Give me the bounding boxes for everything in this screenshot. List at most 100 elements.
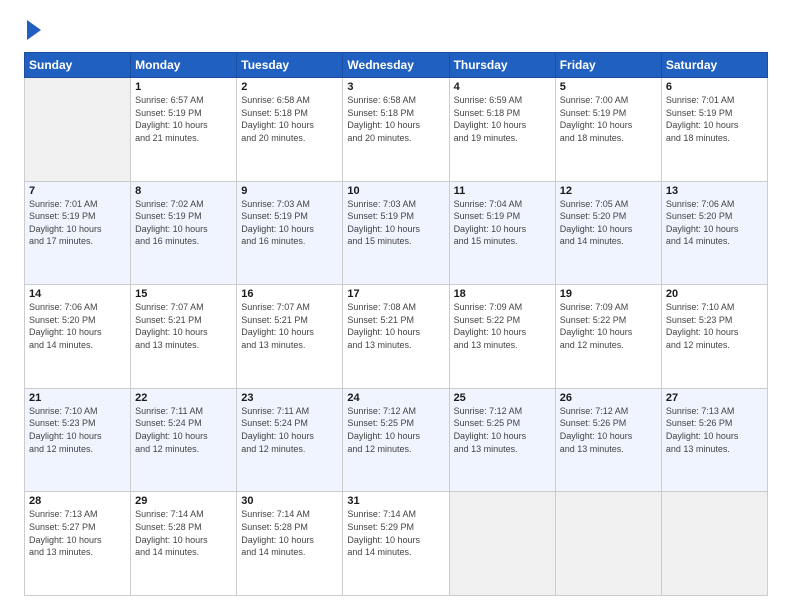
day-number: 28 [29,495,126,507]
day-number: 22 [135,392,232,404]
logo [24,20,41,40]
day-info: Sunrise: 7:12 AM Sunset: 5:25 PM Dayligh… [454,405,551,455]
page: SundayMondayTuesdayWednesdayThursdayFrid… [0,0,792,612]
day-info: Sunrise: 7:00 AM Sunset: 5:19 PM Dayligh… [560,94,657,144]
day-number: 6 [666,81,763,93]
col-header-monday: Monday [131,53,237,78]
logo-arrow-icon [27,20,41,40]
day-number: 4 [454,81,551,93]
day-info: Sunrise: 7:03 AM Sunset: 5:19 PM Dayligh… [347,198,444,248]
calendar-cell: 29Sunrise: 7:14 AM Sunset: 5:28 PM Dayli… [131,492,237,596]
calendar-cell: 1Sunrise: 6:57 AM Sunset: 5:19 PM Daylig… [131,78,237,182]
calendar-cell: 24Sunrise: 7:12 AM Sunset: 5:25 PM Dayli… [343,388,449,492]
calendar-cell [25,78,131,182]
calendar-cell: 20Sunrise: 7:10 AM Sunset: 5:23 PM Dayli… [661,285,767,389]
day-info: Sunrise: 7:11 AM Sunset: 5:24 PM Dayligh… [135,405,232,455]
day-number: 8 [135,185,232,197]
day-number: 5 [560,81,657,93]
day-info: Sunrise: 7:12 AM Sunset: 5:26 PM Dayligh… [560,405,657,455]
day-number: 13 [666,185,763,197]
day-number: 3 [347,81,444,93]
day-info: Sunrise: 7:14 AM Sunset: 5:29 PM Dayligh… [347,508,444,558]
day-info: Sunrise: 7:07 AM Sunset: 5:21 PM Dayligh… [135,301,232,351]
day-number: 19 [560,288,657,300]
day-info: Sunrise: 7:01 AM Sunset: 5:19 PM Dayligh… [666,94,763,144]
day-number: 2 [241,81,338,93]
calendar-table: SundayMondayTuesdayWednesdayThursdayFrid… [24,52,768,596]
calendar-cell: 26Sunrise: 7:12 AM Sunset: 5:26 PM Dayli… [555,388,661,492]
calendar-week-1: 1Sunrise: 6:57 AM Sunset: 5:19 PM Daylig… [25,78,768,182]
day-info: Sunrise: 6:58 AM Sunset: 5:18 PM Dayligh… [347,94,444,144]
header [24,20,768,40]
calendar-header-row: SundayMondayTuesdayWednesdayThursdayFrid… [25,53,768,78]
calendar-cell: 4Sunrise: 6:59 AM Sunset: 5:18 PM Daylig… [449,78,555,182]
col-header-tuesday: Tuesday [237,53,343,78]
calendar-cell: 7Sunrise: 7:01 AM Sunset: 5:19 PM Daylig… [25,181,131,285]
calendar-cell [449,492,555,596]
day-number: 27 [666,392,763,404]
day-number: 11 [454,185,551,197]
day-info: Sunrise: 7:10 AM Sunset: 5:23 PM Dayligh… [29,405,126,455]
day-number: 17 [347,288,444,300]
calendar-week-3: 14Sunrise: 7:06 AM Sunset: 5:20 PM Dayli… [25,285,768,389]
day-info: Sunrise: 7:13 AM Sunset: 5:27 PM Dayligh… [29,508,126,558]
day-info: Sunrise: 6:58 AM Sunset: 5:18 PM Dayligh… [241,94,338,144]
day-info: Sunrise: 7:05 AM Sunset: 5:20 PM Dayligh… [560,198,657,248]
day-number: 30 [241,495,338,507]
calendar-cell: 9Sunrise: 7:03 AM Sunset: 5:19 PM Daylig… [237,181,343,285]
day-info: Sunrise: 7:04 AM Sunset: 5:19 PM Dayligh… [454,198,551,248]
day-info: Sunrise: 7:13 AM Sunset: 5:26 PM Dayligh… [666,405,763,455]
calendar-cell: 27Sunrise: 7:13 AM Sunset: 5:26 PM Dayli… [661,388,767,492]
day-number: 10 [347,185,444,197]
day-number: 16 [241,288,338,300]
day-info: Sunrise: 7:07 AM Sunset: 5:21 PM Dayligh… [241,301,338,351]
calendar-cell: 28Sunrise: 7:13 AM Sunset: 5:27 PM Dayli… [25,492,131,596]
col-header-friday: Friday [555,53,661,78]
calendar-cell: 12Sunrise: 7:05 AM Sunset: 5:20 PM Dayli… [555,181,661,285]
day-number: 24 [347,392,444,404]
calendar-cell: 8Sunrise: 7:02 AM Sunset: 5:19 PM Daylig… [131,181,237,285]
calendar-cell: 13Sunrise: 7:06 AM Sunset: 5:20 PM Dayli… [661,181,767,285]
calendar-cell: 25Sunrise: 7:12 AM Sunset: 5:25 PM Dayli… [449,388,555,492]
col-header-sunday: Sunday [25,53,131,78]
day-number: 21 [29,392,126,404]
day-number: 7 [29,185,126,197]
day-info: Sunrise: 7:09 AM Sunset: 5:22 PM Dayligh… [454,301,551,351]
day-info: Sunrise: 7:02 AM Sunset: 5:19 PM Dayligh… [135,198,232,248]
calendar-week-4: 21Sunrise: 7:10 AM Sunset: 5:23 PM Dayli… [25,388,768,492]
day-info: Sunrise: 7:09 AM Sunset: 5:22 PM Dayligh… [560,301,657,351]
day-info: Sunrise: 6:59 AM Sunset: 5:18 PM Dayligh… [454,94,551,144]
day-info: Sunrise: 7:11 AM Sunset: 5:24 PM Dayligh… [241,405,338,455]
col-header-thursday: Thursday [449,53,555,78]
calendar-cell: 15Sunrise: 7:07 AM Sunset: 5:21 PM Dayli… [131,285,237,389]
calendar-cell: 23Sunrise: 7:11 AM Sunset: 5:24 PM Dayli… [237,388,343,492]
day-number: 31 [347,495,444,507]
calendar-cell: 21Sunrise: 7:10 AM Sunset: 5:23 PM Dayli… [25,388,131,492]
calendar-cell: 5Sunrise: 7:00 AM Sunset: 5:19 PM Daylig… [555,78,661,182]
day-info: Sunrise: 7:03 AM Sunset: 5:19 PM Dayligh… [241,198,338,248]
day-info: Sunrise: 7:10 AM Sunset: 5:23 PM Dayligh… [666,301,763,351]
day-info: Sunrise: 7:14 AM Sunset: 5:28 PM Dayligh… [135,508,232,558]
col-header-saturday: Saturday [661,53,767,78]
calendar-cell: 18Sunrise: 7:09 AM Sunset: 5:22 PM Dayli… [449,285,555,389]
calendar-cell: 22Sunrise: 7:11 AM Sunset: 5:24 PM Dayli… [131,388,237,492]
day-info: Sunrise: 7:01 AM Sunset: 5:19 PM Dayligh… [29,198,126,248]
day-info: Sunrise: 7:14 AM Sunset: 5:28 PM Dayligh… [241,508,338,558]
calendar-cell: 11Sunrise: 7:04 AM Sunset: 5:19 PM Dayli… [449,181,555,285]
day-number: 20 [666,288,763,300]
calendar-cell: 19Sunrise: 7:09 AM Sunset: 5:22 PM Dayli… [555,285,661,389]
day-number: 12 [560,185,657,197]
calendar-cell: 2Sunrise: 6:58 AM Sunset: 5:18 PM Daylig… [237,78,343,182]
calendar-week-5: 28Sunrise: 7:13 AM Sunset: 5:27 PM Dayli… [25,492,768,596]
day-number: 18 [454,288,551,300]
calendar-cell: 30Sunrise: 7:14 AM Sunset: 5:28 PM Dayli… [237,492,343,596]
calendar-cell: 31Sunrise: 7:14 AM Sunset: 5:29 PM Dayli… [343,492,449,596]
calendar-cell [661,492,767,596]
calendar-cell: 10Sunrise: 7:03 AM Sunset: 5:19 PM Dayli… [343,181,449,285]
day-number: 9 [241,185,338,197]
day-number: 23 [241,392,338,404]
calendar-cell: 17Sunrise: 7:08 AM Sunset: 5:21 PM Dayli… [343,285,449,389]
day-number: 29 [135,495,232,507]
day-info: Sunrise: 7:12 AM Sunset: 5:25 PM Dayligh… [347,405,444,455]
calendar-cell: 6Sunrise: 7:01 AM Sunset: 5:19 PM Daylig… [661,78,767,182]
